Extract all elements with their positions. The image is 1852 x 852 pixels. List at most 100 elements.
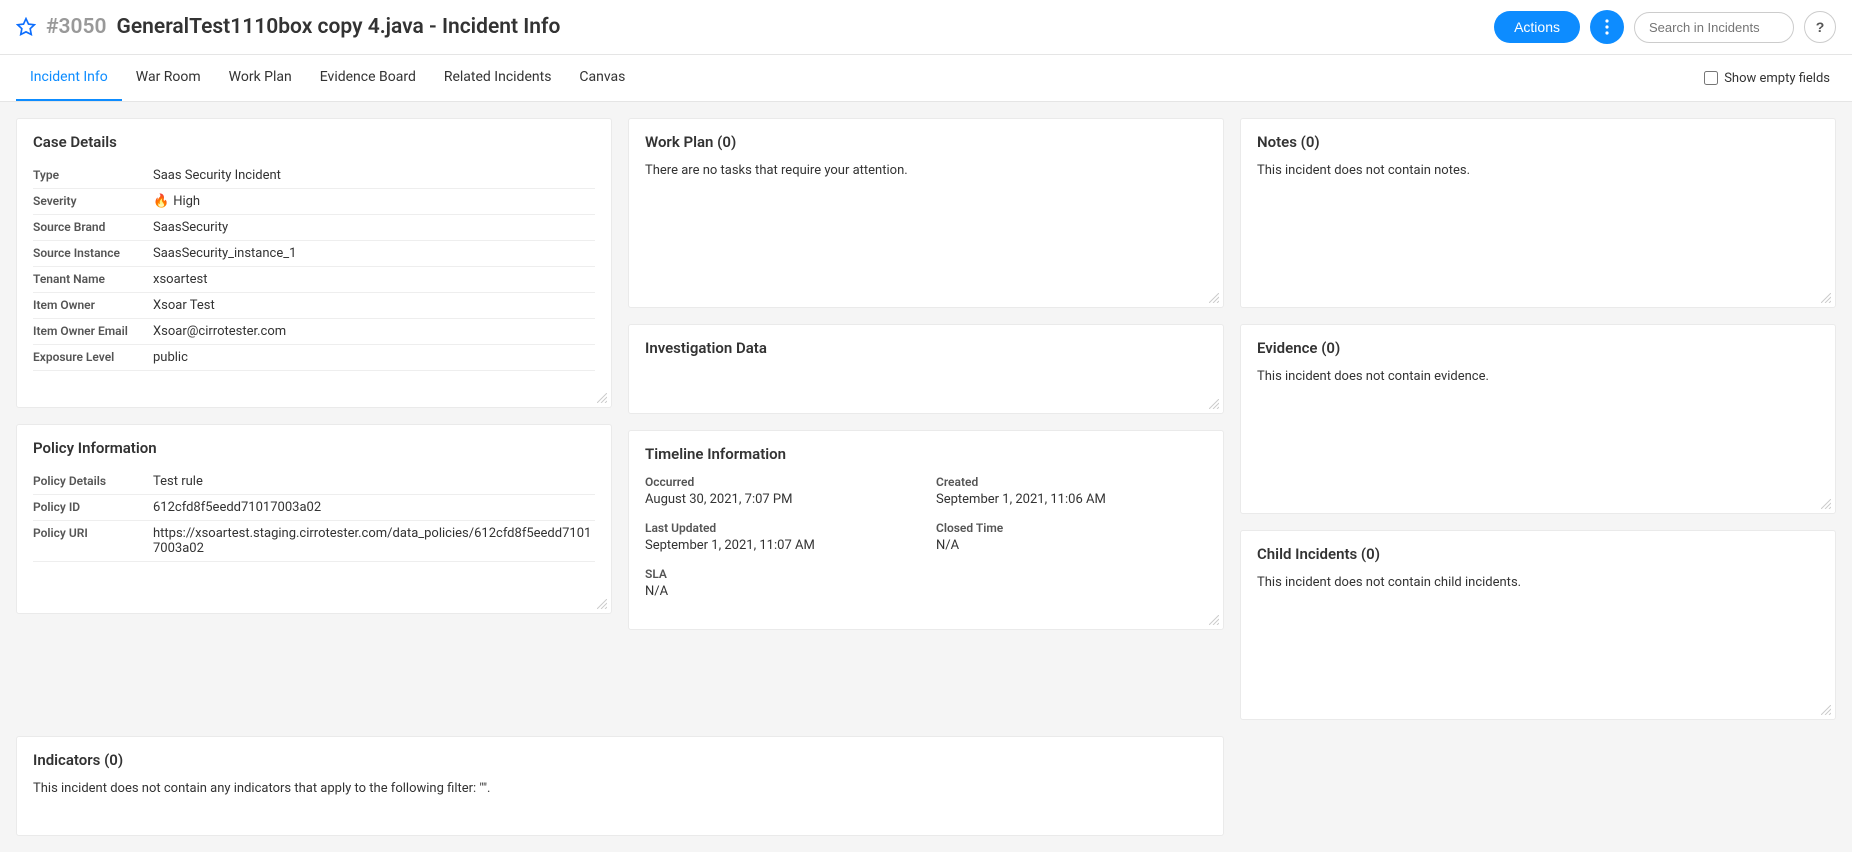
- kv-value: 🔥 High: [153, 194, 200, 209]
- more-button[interactable]: [1590, 10, 1624, 44]
- timeline-label: Last Updated: [645, 521, 916, 535]
- col-left: Case Details TypeSaas Security IncidentS…: [16, 118, 612, 614]
- timeline-item: Closed TimeN/A: [936, 521, 1207, 553]
- timeline-item: Last Updated September 1, 2021, 11:07 AM: [645, 521, 916, 553]
- resize-handle-icon[interactable]: [1821, 293, 1831, 303]
- timeline-title: Timeline Information: [645, 445, 1207, 463]
- timeline-label: Created: [936, 475, 1207, 489]
- work-plan-card: Work Plan (0) There are no tasks that re…: [628, 118, 1224, 308]
- kv-label: Severity: [33, 194, 153, 208]
- show-empty-label: Show empty fields: [1724, 71, 1830, 86]
- notes-title: Notes (0): [1257, 133, 1819, 151]
- kv-row: Severity🔥 High: [33, 189, 595, 215]
- evidence-empty: This incident does not contain evidence.: [1257, 369, 1819, 384]
- kv-row: Policy ID612cfd8f5eedd71017003a02: [33, 495, 595, 521]
- kv-label: Tenant Name: [33, 272, 153, 286]
- flame-icon: 🔥: [153, 194, 169, 209]
- evidence-title: Evidence (0): [1257, 339, 1819, 357]
- work-plan-title: Work Plan (0): [645, 133, 1207, 151]
- kv-row: Source BrandSaasSecurity: [33, 215, 595, 241]
- policy-card: Policy Information Policy DetailsTest ru…: [16, 424, 612, 614]
- kv-row: Exposure Levelpublic: [33, 345, 595, 371]
- kv-row: TypeSaas Security Incident: [33, 163, 595, 189]
- tab-related-incidents[interactable]: Related Incidents: [430, 55, 566, 101]
- kv-label: Policy ID: [33, 500, 153, 514]
- kv-value-text: High: [173, 194, 200, 209]
- child-incidents-card: Child Incidents (0) This incident does n…: [1240, 530, 1836, 720]
- kv-value: https://xsoartest.staging.cirrotester.co…: [153, 526, 595, 556]
- help-button[interactable]: ?: [1804, 11, 1836, 43]
- notes-card: Notes (0) This incident does not contain…: [1240, 118, 1836, 308]
- tab-work-plan[interactable]: Work Plan: [215, 55, 306, 101]
- kv-value-text: SaasSecurity: [153, 220, 228, 235]
- policy-title: Policy Information: [33, 439, 595, 457]
- kv-value: SaasSecurity_instance_1: [153, 246, 296, 261]
- timeline-value: N/A: [645, 584, 916, 599]
- kv-row: Tenant Namexsoartest: [33, 267, 595, 293]
- evidence-card: Evidence (0) This incident does not cont…: [1240, 324, 1836, 514]
- kv-label: Policy Details: [33, 474, 153, 488]
- timeline-card: Timeline Information Occurred August 30, …: [628, 430, 1224, 630]
- notes-empty: This incident does not contain notes.: [1257, 163, 1819, 178]
- resize-handle-icon[interactable]: [1209, 399, 1219, 409]
- kv-label: Exposure Level: [33, 350, 153, 364]
- more-vertical-icon: [1605, 19, 1609, 35]
- incident-id: #3050: [46, 15, 107, 39]
- kv-value-text: Xsoar Test: [153, 298, 215, 313]
- tab-incident-info[interactable]: Incident Info: [16, 55, 122, 101]
- child-empty: This incident does not contain child inc…: [1257, 575, 1819, 590]
- investigation-title: Investigation Data: [645, 339, 1207, 357]
- kv-label: Policy URI: [33, 526, 153, 540]
- star-icon[interactable]: [16, 17, 36, 37]
- tab-canvas[interactable]: Canvas: [565, 55, 639, 101]
- timeline-grid: Occurred August 30, 2021, 7:07 PM Created S…: [645, 475, 1207, 599]
- resize-handle-icon[interactable]: [597, 599, 607, 609]
- kv-value: public: [153, 350, 188, 365]
- kv-row: Source InstanceSaasSecurity_instance_1: [33, 241, 595, 267]
- kv-value-text: public: [153, 350, 188, 365]
- kv-value: xsoartest: [153, 272, 207, 287]
- indicators-empty: This incident does not contain any indic…: [33, 781, 1207, 796]
- kv-row: Item Owner EmailXsoar@cirrotester.com: [33, 319, 595, 345]
- work-plan-empty: There are no tasks that require your att…: [645, 163, 1207, 178]
- header-bar: #3050 GeneralTest1110box copy 4.java - I…: [0, 0, 1852, 55]
- kv-value: Test rule: [153, 474, 203, 489]
- timeline-item: Created September 1, 2021, 11:06 AM: [936, 475, 1207, 507]
- resize-handle-icon[interactable]: [1821, 499, 1831, 509]
- resize-handle-icon[interactable]: [1209, 293, 1219, 303]
- actions-button[interactable]: Actions: [1494, 11, 1580, 43]
- timeline-value: September 1, 2021, 11:06 AM: [936, 492, 1207, 507]
- timeline-value: September 1, 2021, 11:07 AM: [645, 538, 916, 553]
- show-empty-checkbox[interactable]: Show empty fields: [1704, 71, 1836, 86]
- kv-label: Type: [33, 168, 153, 182]
- timeline-label: SLA: [645, 567, 916, 581]
- kv-value: 612cfd8f5eedd71017003a02: [153, 500, 321, 515]
- timeline-label: Occurred: [645, 475, 916, 489]
- kv-value: Xsoar Test: [153, 298, 215, 313]
- case-details-card: Case Details TypeSaas Security IncidentS…: [16, 118, 612, 408]
- timeline-item: Occurred August 30, 2021, 7:07 PM: [645, 475, 916, 507]
- kv-label: Source Instance: [33, 246, 153, 260]
- resize-handle-icon[interactable]: [1209, 615, 1219, 625]
- search-input[interactable]: [1634, 12, 1794, 43]
- kv-row: Policy DetailsTest rule: [33, 469, 595, 495]
- investigation-card: Investigation Data: [628, 324, 1224, 414]
- tab-war-room[interactable]: War Room: [122, 55, 215, 101]
- col-mid: Work Plan (0) There are no tasks that re…: [628, 118, 1224, 630]
- kv-value-text: Xsoar@cirrotester.com: [153, 324, 286, 339]
- resize-handle-icon[interactable]: [597, 393, 607, 403]
- kv-value-text: xsoartest: [153, 272, 207, 287]
- tab-evidence-board[interactable]: Evidence Board: [306, 55, 430, 101]
- tabs-bar: Incident Info War Room Work Plan Evidenc…: [0, 55, 1852, 102]
- case-details-title: Case Details: [33, 133, 595, 151]
- indicators-title: Indicators (0): [33, 751, 1207, 769]
- show-empty-input[interactable]: [1704, 71, 1718, 85]
- page-title: GeneralTest1110box copy 4.java - Inciden…: [117, 15, 561, 39]
- kv-row: Policy URIhttps://xsoartest.staging.cirr…: [33, 521, 595, 562]
- timeline-value: August 30, 2021, 7:07 PM: [645, 492, 916, 507]
- resize-handle-icon[interactable]: [1821, 705, 1831, 715]
- timeline-label: Closed Time: [936, 521, 1207, 535]
- content-grid: Case Details TypeSaas Security IncidentS…: [0, 102, 1852, 852]
- kv-row: Item OwnerXsoar Test: [33, 293, 595, 319]
- kv-label: Source Brand: [33, 220, 153, 234]
